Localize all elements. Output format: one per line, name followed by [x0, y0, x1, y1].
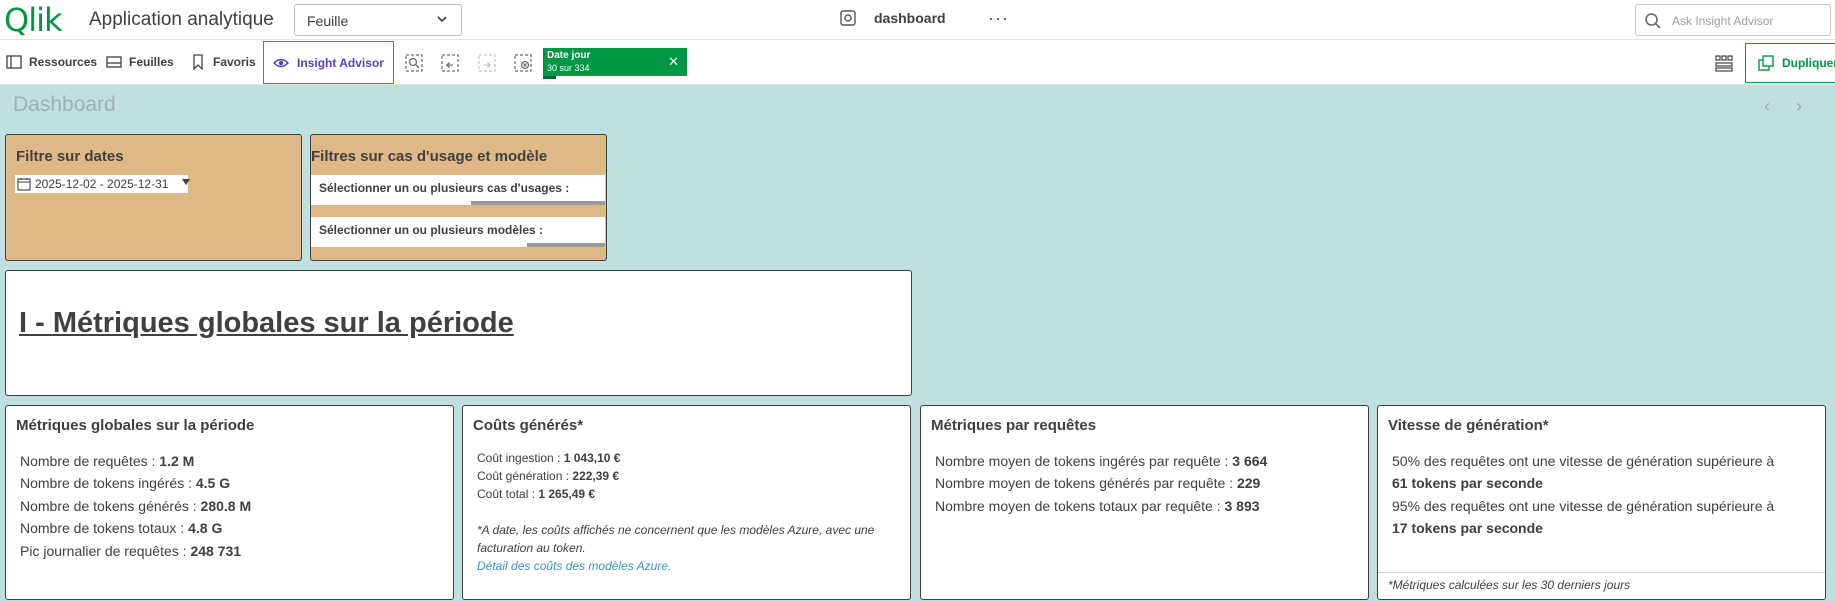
speed-panel: Vitesse de génération* 50% des requêtes …: [1377, 405, 1826, 600]
top-header: Qlik Application analytique Feuille dash…: [0, 0, 1835, 40]
resources-label: Ressources: [29, 55, 98, 69]
sheet-dropdown-label: Feuille: [307, 13, 349, 29]
previous-sheet-icon[interactable]: ‹: [1764, 96, 1770, 117]
sheets-button[interactable]: Feuilles: [106, 40, 174, 84]
date-range-value: 2025-12-02 - 2025-12-31: [35, 177, 169, 191]
speed-line-1: 50% des requêtes ont une vitesse de géné…: [1392, 453, 1775, 469]
per-request-title: Métriques par requêtes: [931, 417, 1097, 434]
duplicate-icon: [1758, 55, 1774, 71]
avg-tokens-generated: Nombre moyen de tokens générés par requê…: [935, 475, 1261, 491]
per-request-panel: Métriques par requêtes Nombre moyen de t…: [920, 405, 1369, 600]
panel-icon: [6, 55, 22, 69]
duplicate-button[interactable]: Dupliquer: [1745, 43, 1835, 83]
sheet-title: Dashboard: [13, 93, 116, 116]
selection-chip-date[interactable]: Date jour 30 sur 334 ✕: [543, 48, 687, 76]
resources-button[interactable]: Ressources: [6, 40, 97, 84]
metric-tokens-ingested: Nombre de tokens ingérés : 4.5 G: [20, 475, 231, 491]
chip-count: 30 sur 334: [547, 63, 590, 73]
app-title: Application analytique: [89, 9, 274, 30]
current-sheet-name: dashboard: [874, 10, 946, 26]
qlik-logo[interactable]: Qlik: [4, 1, 62, 39]
favorites-label: Favoris: [213, 55, 256, 69]
insight-advisor-button[interactable]: Insight Advisor: [263, 41, 394, 84]
favorites-button[interactable]: Favoris: [190, 40, 256, 84]
search-icon: [1645, 13, 1661, 29]
speed-line-2: 95% des requêtes ont une vitesse de géné…: [1392, 498, 1775, 514]
date-range-picker[interactable]: 2025-12-02 - 2025-12-31: [15, 175, 190, 193]
date-filter-title: Filtre sur dates: [16, 148, 124, 165]
more-options-icon[interactable]: ···: [988, 8, 1009, 29]
cost-total: Coût total : 1 265,49 €: [477, 487, 596, 501]
section-heading: I - Métriques globales sur la période: [19, 307, 514, 339]
step-back-icon[interactable]: [441, 54, 459, 72]
metric-daily-peak: Pic journalier de requêtes : 248 731: [20, 543, 242, 559]
azure-costs-link[interactable]: Détail des coûts des modèles Azure.: [477, 559, 671, 573]
metric-tokens-generated: Nombre de tokens générés : 280.8 M: [20, 498, 252, 514]
eye-icon: [273, 58, 290, 67]
global-metrics-panel: Métriques globales sur la période Nombre…: [5, 405, 454, 600]
current-sheet[interactable]: dashboard: [838, 8, 946, 28]
speed-value-2: 17 tokens par seconde: [1392, 520, 1543, 536]
grid-icon[interactable]: [1715, 55, 1733, 73]
usecase-select[interactable]: Sélectionner un ou plusieurs cas d'usage…: [311, 175, 605, 205]
cost-ingestion: Coût ingestion : 1 043,10 €: [477, 451, 621, 465]
avg-tokens-ingested: Nombre moyen de tokens ingérés par requê…: [935, 453, 1268, 469]
search-placeholder: Ask Insight Advisor: [1672, 14, 1774, 28]
speed-footer-note: *Métriques calculées sur les 30 derniers…: [1388, 578, 1631, 592]
costs-title: Coûts générés*: [473, 417, 584, 434]
cost-generation: Coût génération : 222,39 €: [477, 469, 620, 483]
speed-footer-divider: [1378, 572, 1825, 573]
metric-tokens-total: Nombre de tokens totaux : 4.8 G: [20, 520, 223, 536]
toolbar: Ressources Feuilles Favoris Insight Advi…: [0, 40, 1835, 85]
clear-selections-icon[interactable]: [514, 54, 532, 72]
costs-note-line-2: facturation au token.: [477, 541, 586, 555]
usecase-filter-title: Filtres sur cas d'usage et modèle: [311, 148, 548, 165]
close-icon[interactable]: ✕: [668, 54, 679, 70]
bookmark-icon: [193, 54, 203, 70]
chip-selection-bar: [543, 76, 556, 79]
usecase-scrollbar[interactable]: [471, 201, 605, 205]
model-select-label: Sélectionner un ou plusieurs modèles :: [319, 223, 544, 237]
step-forward-icon: [478, 54, 496, 72]
dropdown-arrow-icon: [182, 179, 190, 185]
avg-tokens-total: Nombre moyen de tokens totaux par requêt…: [935, 498, 1260, 514]
duplicate-label: Dupliquer: [1782, 56, 1835, 70]
usecase-select-label: Sélectionner un ou plusieurs cas d'usage…: [319, 181, 570, 195]
costs-note-line-1: *A date, les coûts affichés ne concernen…: [477, 523, 875, 537]
speed-title: Vitesse de génération*: [1388, 417, 1549, 434]
sheet-dropdown[interactable]: Feuille: [294, 4, 462, 36]
costs-panel: Coûts générés* Coût ingestion : 1 043,10…: [462, 405, 911, 600]
smart-search-icon[interactable]: [405, 54, 423, 72]
model-select[interactable]: Sélectionner un ou plusieurs modèles :: [311, 217, 605, 247]
calendar-icon: [17, 178, 31, 191]
sheets-icon: [106, 56, 122, 68]
metric-requests: Nombre de requêtes : 1.2 M: [20, 453, 195, 469]
insight-label: Insight Advisor: [297, 55, 384, 70]
chevron-down-icon: [437, 16, 447, 23]
sheet-icon: [840, 10, 856, 26]
model-scrollbar[interactable]: [527, 243, 605, 247]
chip-field: Date jour: [547, 50, 591, 61]
global-metrics-title: Métriques globales sur la période: [16, 417, 255, 434]
date-filter-panel: Filtre sur dates: [5, 134, 302, 261]
insight-search-input[interactable]: Ask Insight Advisor: [1635, 4, 1831, 36]
next-sheet-icon[interactable]: ›: [1796, 96, 1802, 117]
speed-value-1: 61 tokens par seconde: [1392, 475, 1543, 491]
sheets-label: Feuilles: [129, 55, 174, 69]
